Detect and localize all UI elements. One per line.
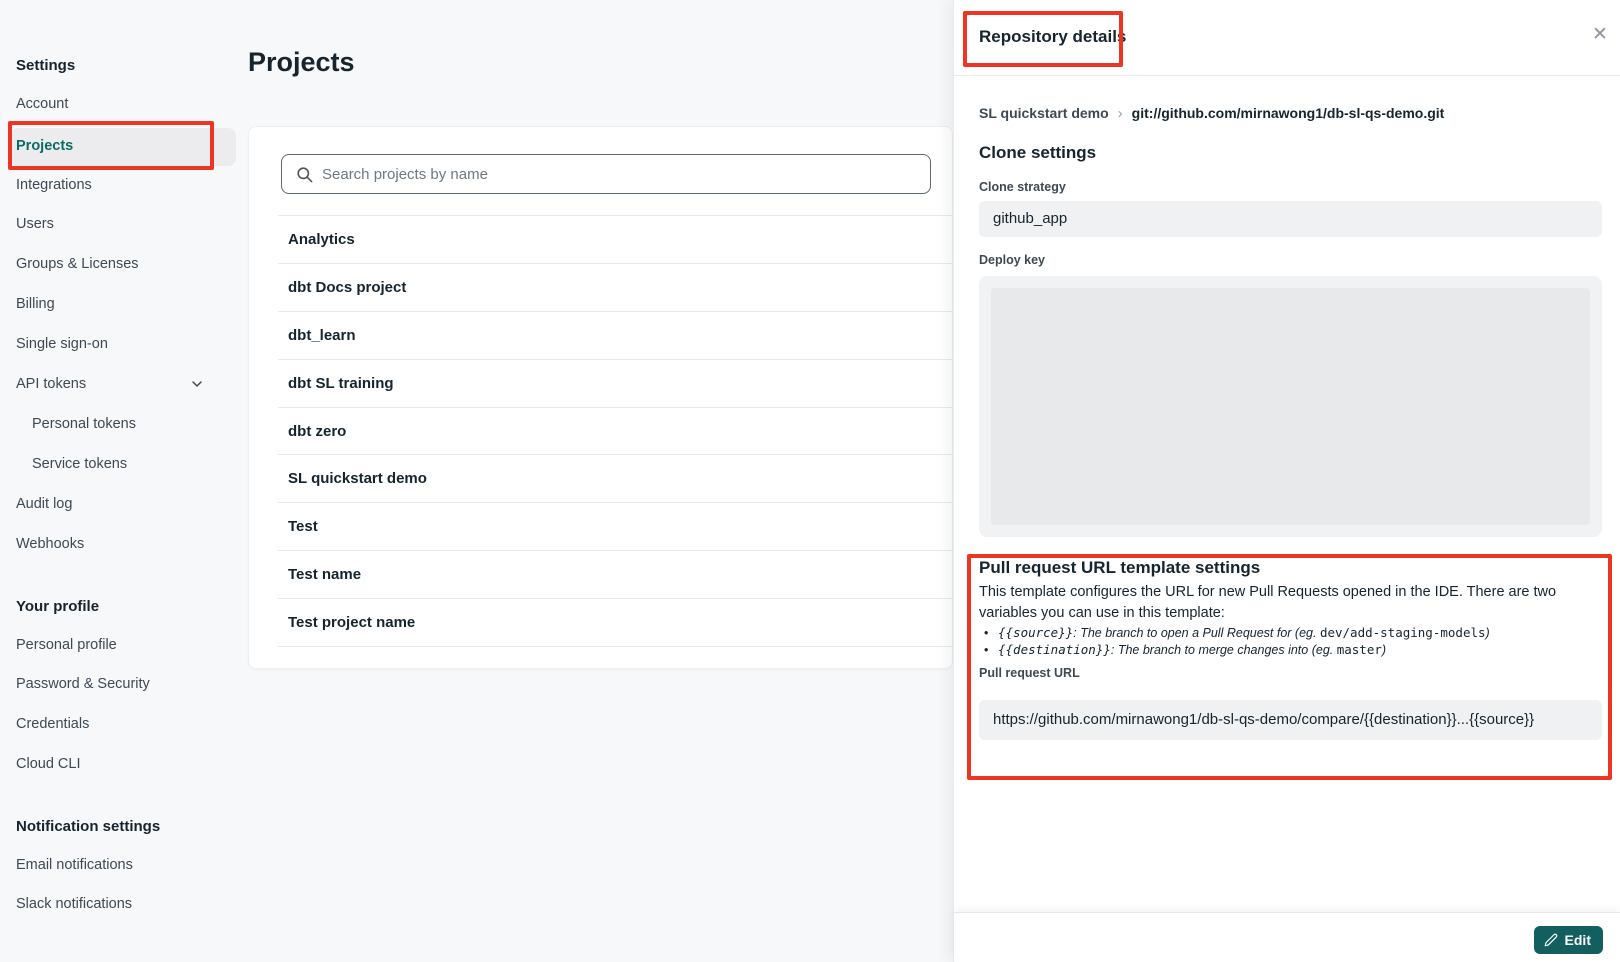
list-item: {{source}}: The branch to open a Pull Re…	[984, 625, 1594, 642]
pull-request-description: This template configures the URL for new…	[979, 582, 1601, 624]
sidebar-header-settings: Settings	[16, 56, 75, 76]
sidebar-item-personal-profile[interactable]: Personal profile	[16, 635, 117, 655]
source-example-code: dev/add-staging-models	[1320, 625, 1486, 640]
search-input[interactable]	[322, 155, 917, 193]
clone-settings-heading: Clone settings	[979, 143, 1096, 163]
close-icon[interactable]: ✕	[1592, 24, 1608, 46]
sidebar-item-projects[interactable]: Projects	[16, 136, 73, 156]
project-row-test-name[interactable]: Test name	[278, 551, 954, 599]
pencil-icon	[1544, 933, 1558, 947]
pull-request-variable-list: {{source}}: The branch to open a Pull Re…	[984, 625, 1594, 658]
deploy-key-field	[979, 276, 1602, 537]
panel-title: Repository details	[979, 27, 1126, 47]
sidebar-item-integrations[interactable]: Integrations	[16, 175, 92, 195]
pull-request-url-value: https://github.com/mirnawong1/db-sl-qs-d…	[979, 700, 1602, 740]
edit-button-label: Edit	[1565, 932, 1591, 948]
pull-request-settings-heading: Pull request URL template settings	[979, 558, 1260, 578]
app-root: Settings Account Projects Integrations U…	[0, 0, 1620, 962]
breadcrumb-repo-url: git://github.com/mirnawong1/db-sl-qs-dem…	[1132, 105, 1445, 121]
project-row-dbt-sl-training[interactable]: dbt SL training	[278, 360, 954, 408]
sidebar-item-slack-notifications[interactable]: Slack notifications	[16, 894, 132, 914]
project-search	[281, 154, 931, 194]
panel-footer: Edit	[954, 912, 1620, 962]
sidebar-item-credentials[interactable]: Credentials	[16, 714, 89, 734]
project-row-dbt-learn[interactable]: dbt_learn	[278, 312, 954, 360]
sidebar-item-email-notifications[interactable]: Email notifications	[16, 855, 133, 875]
clone-strategy-field: github_app	[979, 201, 1602, 237]
deploy-key-redacted-area	[991, 288, 1590, 525]
project-row-test[interactable]: Test	[278, 503, 954, 551]
sidebar-item-billing[interactable]: Billing	[16, 294, 55, 314]
sidebar-item-service-tokens[interactable]: Service tokens	[32, 454, 127, 474]
clone-strategy-value: github_app	[979, 201, 1602, 237]
project-row-sl-quickstart-demo[interactable]: SL quickstart demo	[278, 455, 954, 503]
pull-request-url-field: https://github.com/mirnawong1/db-sl-qs-d…	[979, 700, 1602, 740]
sidebar-header-your-profile: Your profile	[16, 597, 99, 617]
list-item: {{destination}}: The branch to merge cha…	[984, 642, 1594, 659]
repository-details-panel: Repository details ✕ SL quickstart demo›…	[953, 0, 1620, 962]
source-variable-code: {{source}}	[998, 625, 1073, 640]
sidebar-item-single-sign-on[interactable]: Single sign-on	[16, 334, 108, 354]
deploy-key-label: Deploy key	[979, 253, 1045, 267]
sidebar-header-notification-settings: Notification settings	[16, 817, 160, 837]
panel-header-divider	[954, 75, 1620, 76]
search-icon	[295, 165, 314, 184]
sidebar-item-users[interactable]: Users	[16, 214, 54, 234]
sidebar-item-audit-log[interactable]: Audit log	[16, 494, 72, 514]
pull-request-url-label: Pull request URL	[979, 666, 1080, 680]
clone-strategy-label: Clone strategy	[979, 180, 1066, 194]
sidebar-item-password-security[interactable]: Password & Security	[16, 674, 150, 694]
project-list: Analytics dbt Docs project dbt_learn dbt…	[278, 215, 954, 647]
page-title: Projects	[248, 47, 355, 78]
sidebar-item-webhooks[interactable]: Webhooks	[16, 534, 84, 554]
chevron-down-icon[interactable]	[189, 376, 205, 392]
sidebar-item-cloud-cli[interactable]: Cloud CLI	[16, 754, 80, 774]
sidebar-item-api-tokens[interactable]: API tokens	[16, 374, 86, 394]
project-row-test-project-name[interactable]: Test project name	[278, 599, 954, 647]
project-row-analytics[interactable]: Analytics	[278, 216, 954, 264]
projects-card: Analytics dbt Docs project dbt_learn dbt…	[248, 126, 953, 669]
destination-variable-code: {{destination}}	[998, 642, 1111, 657]
breadcrumb: SL quickstart demo›git://github.com/mirn…	[979, 105, 1444, 122]
project-row-dbt-zero[interactable]: dbt zero	[278, 408, 954, 456]
edit-button[interactable]: Edit	[1534, 926, 1603, 954]
project-row-dbt-docs-project[interactable]: dbt Docs project	[278, 264, 954, 312]
sidebar-item-account[interactable]: Account	[16, 94, 68, 114]
sidebar-item-groups-licenses[interactable]: Groups & Licenses	[16, 254, 139, 274]
sidebar-item-personal-tokens[interactable]: Personal tokens	[32, 414, 136, 434]
breadcrumb-project[interactable]: SL quickstart demo	[979, 105, 1109, 121]
breadcrumb-separator-icon: ›	[1109, 105, 1132, 122]
destination-example-code: master	[1337, 642, 1382, 657]
